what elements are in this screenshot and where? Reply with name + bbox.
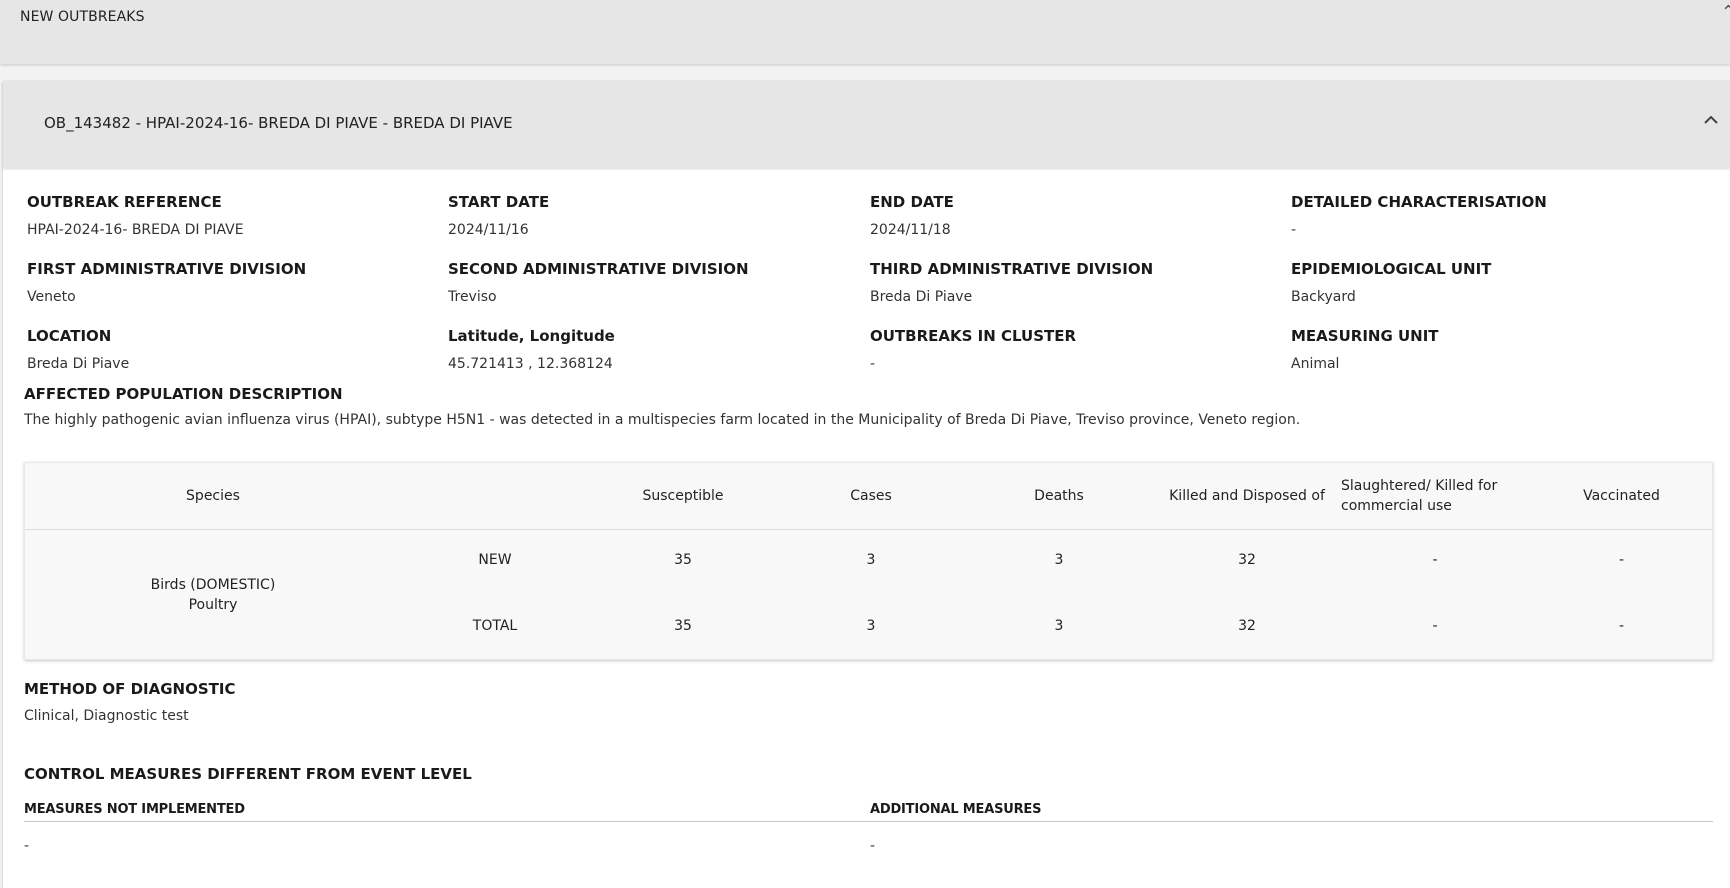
field-value: Backyard — [1291, 289, 1356, 305]
chevron-up-icon[interactable]: ⌃ — [1721, 2, 1730, 23]
field-start-date: START DATE 2024/11/16 — [448, 193, 549, 238]
field-label: LOCATION — [27, 327, 112, 345]
cell-susceptible: 35 — [674, 618, 692, 634]
field-value: 2024/11/16 — [448, 222, 529, 238]
field-label: Latitude, Longitude — [448, 327, 615, 345]
cell-cases: 3 — [866, 618, 876, 634]
field-outbreaks-in-cluster: OUTBREAKS IN CLUSTER - — [870, 327, 1076, 372]
field-outbreak-reference: OUTBREAK REFERENCE HPAI-2024-16- BREDA D… — [27, 193, 244, 238]
cell-killed-disposed: 32 — [1238, 618, 1256, 634]
cell-vaccinated: - — [1618, 618, 1625, 634]
control-measures-label: CONTROL MEASURES DIFFERENT FROM EVENT LE… — [24, 765, 472, 783]
field-label: END DATE — [870, 193, 954, 211]
cell-deaths: 3 — [1054, 618, 1064, 634]
field-epidemiological-unit: EPIDEMIOLOGICAL UNIT Backyard — [1291, 260, 1491, 305]
field-label: FIRST ADMINISTRATIVE DIVISION — [27, 260, 307, 278]
cell-deaths: 3 — [1054, 552, 1064, 568]
new-outbreaks-title: NEW OUTBREAKS — [20, 9, 145, 25]
cell-cases: 3 — [866, 552, 876, 568]
divider — [870, 821, 1713, 822]
th-slaughtered: Slaughtered/ Killed for commercial use — [1341, 478, 1498, 514]
affected-population-label: AFFECTED POPULATION DESCRIPTION — [24, 385, 343, 403]
th-species: Species — [186, 488, 240, 504]
field-label: THIRD ADMINISTRATIVE DIVISION — [870, 260, 1154, 278]
population-table: Species Susceptible Cases Deaths Killed … — [24, 462, 1713, 660]
field-value: Breda Di Piave — [870, 289, 973, 305]
field-location: LOCATION Breda Di Piave — [27, 327, 129, 372]
field-first-admin-division: FIRST ADMINISTRATIVE DIVISION Veneto — [27, 260, 306, 305]
field-value: - — [870, 356, 876, 372]
field-detailed-characterisation: DETAILED CHARACTERISATION - — [1291, 193, 1547, 238]
field-lat-long: Latitude, Longitude 45.721413 , 12.36812… — [448, 327, 615, 372]
cell-slaughtered: - — [1432, 552, 1438, 568]
chevron-up-icon[interactable] — [1700, 109, 1722, 131]
additional-measures-value: - — [870, 838, 876, 854]
method-diagnostic-value: Clinical, Diagnostic test — [24, 708, 189, 724]
field-second-admin-division: SECOND ADMINISTRATIVE DIVISION Treviso — [448, 260, 749, 305]
new-outbreaks-panel[interactable]: NEW OUTBREAKS ⌃ — [0, 0, 1730, 64]
outbreak-header-title: OB_143482 - HPAI-2024-16- BREDA DI PIAVE… — [44, 114, 513, 132]
field-value: 45.721413 , 12.368124 — [448, 356, 613, 372]
field-value: Breda Di Piave — [27, 356, 130, 372]
field-value: 2024/11/18 — [870, 222, 951, 238]
cell-killed-disposed: 32 — [1238, 552, 1256, 568]
field-third-admin-division: THIRD ADMINISTRATIVE DIVISION Breda Di P… — [870, 260, 1153, 305]
outbreak-card-header[interactable]: OB_143482 - HPAI-2024-16- BREDA DI PIAVE… — [3, 81, 1730, 168]
th-killed-disposed: Killed and Disposed of — [1169, 488, 1325, 504]
field-label: MEASURING UNIT — [1291, 327, 1439, 345]
row-type: NEW — [478, 552, 512, 568]
method-diagnostic-label: METHOD OF DIAGNOSTIC — [24, 680, 236, 698]
table-header-row: Species Susceptible Cases Deaths Killed … — [25, 463, 1712, 530]
field-end-date: END DATE 2024/11/18 — [870, 193, 954, 238]
field-label: OUTBREAK REFERENCE — [27, 193, 222, 211]
field-label: EPIDEMIOLOGICAL UNIT — [1291, 260, 1492, 278]
field-label: START DATE — [448, 193, 550, 211]
cell-vaccinated: - — [1618, 552, 1625, 568]
species-cell: Birds (DOMESTIC) Poultry — [25, 529, 401, 661]
measures-not-implemented-value: - — [24, 838, 30, 854]
field-label: OUTBREAKS IN CLUSTER — [870, 327, 1077, 345]
species-line2: Poultry — [188, 597, 238, 613]
additional-measures-label: ADDITIONAL MEASURES — [870, 802, 1042, 817]
field-measuring-unit: MEASURING UNIT Animal — [1291, 327, 1439, 372]
th-susceptible: Susceptible — [642, 488, 724, 504]
cell-susceptible: 35 — [674, 552, 692, 568]
field-value: - — [1291, 222, 1297, 238]
divider — [24, 821, 870, 822]
row-type: TOTAL — [472, 618, 518, 634]
th-cases: Cases — [850, 488, 892, 504]
field-value: HPAI-2024-16- BREDA DI PIAVE — [27, 222, 244, 238]
field-value: Treviso — [448, 289, 497, 305]
measures-not-implemented-label: MEASURES NOT IMPLEMENTED — [24, 802, 245, 817]
field-value: Animal — [1291, 356, 1340, 372]
field-label: SECOND ADMINISTRATIVE DIVISION — [448, 260, 749, 278]
field-label: DETAILED CHARACTERISATION — [1291, 193, 1547, 211]
species-line1: Birds (DOMESTIC) — [150, 577, 276, 593]
field-value: Veneto — [27, 289, 76, 305]
th-vaccinated: Vaccinated — [1583, 488, 1660, 504]
cell-slaughtered: - — [1432, 618, 1438, 634]
th-deaths: Deaths — [1034, 488, 1084, 504]
affected-population-value: The highly pathogenic avian influenza vi… — [24, 412, 1301, 428]
